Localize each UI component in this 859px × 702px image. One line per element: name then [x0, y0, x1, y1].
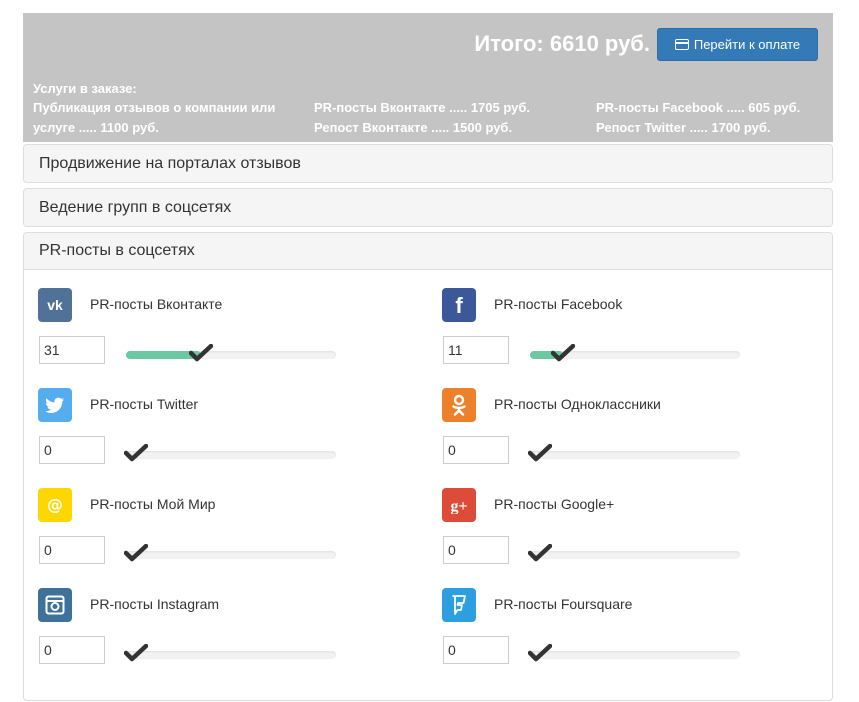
slider-handle-check-icon[interactable] — [188, 343, 214, 362]
odnoklassniki-icon — [442, 388, 476, 422]
panel-review-portals: Продвижение на порталах отзывов — [23, 144, 833, 183]
pr-post-label: PR-посты Facebook — [494, 296, 623, 312]
quantity-slider[interactable] — [527, 643, 740, 662]
pr-post-item: PR-посты Instagram — [38, 588, 338, 668]
pr-post-item: vk PR-посты Вконтакте — [38, 288, 338, 368]
pr-post-label: PR-посты Вконтакте — [90, 296, 223, 312]
svg-text:f: f — [455, 294, 463, 316]
slider-handle-check-icon[interactable] — [527, 543, 553, 562]
services-column: PR-посты Facebook ..... 605 руб. Репост … — [596, 98, 826, 138]
quantity-slider[interactable] — [123, 443, 336, 462]
quantity-input[interactable] — [443, 536, 509, 564]
svg-text:g+: g+ — [450, 498, 467, 514]
pr-post-label: PR-посты Twitter — [90, 396, 199, 412]
service-line: Репост Twitter ..... 1700 руб. — [596, 120, 771, 135]
quantity-slider[interactable] — [126, 343, 336, 362]
svg-text:@: @ — [47, 495, 63, 514]
service-line: PR-посты Вконтакте ..... 1705 руб. — [314, 100, 530, 115]
pr-post-item: @ PR-посты Мой Мир — [38, 488, 338, 568]
pr-post-label: PR-посты Instagram — [90, 596, 220, 612]
quantity-slider[interactable] — [123, 543, 336, 562]
order-summary: Итого: 6610 руб. Перейти к оплате Услуги… — [23, 13, 833, 142]
pr-post-item: g+ PR-посты Google+ — [442, 488, 742, 568]
foursquare-icon — [442, 588, 476, 622]
quantity-input[interactable] — [39, 636, 105, 664]
quantity-slider[interactable] — [123, 643, 336, 662]
services-column: Публикация отзывов о компании или услуге… — [33, 98, 303, 138]
pay-button[interactable]: Перейти к оплате — [657, 28, 818, 61]
pr-post-label: PR-посты Одноклассники — [494, 396, 661, 412]
slider-handle-check-icon[interactable] — [123, 543, 149, 562]
quantity-input[interactable] — [39, 336, 105, 364]
pr-post-item: PR-посты Foursquare — [442, 588, 742, 668]
vk-icon: vk — [38, 288, 72, 322]
quantity-input[interactable] — [443, 636, 509, 664]
pr-post-item: PR-посты Twitter — [38, 388, 338, 468]
quantity-input[interactable] — [443, 436, 509, 464]
credit-card-icon — [674, 39, 689, 50]
quantity-input[interactable] — [39, 536, 105, 564]
panel-social-groups: Ведение групп в соцсетях — [23, 188, 833, 227]
services-title: Услуги в заказе: — [33, 81, 137, 96]
pr-post-label: PR-посты Мой Мир — [90, 496, 216, 512]
googleplus-icon: g+ — [442, 488, 476, 522]
pr-post-label: PR-посты Google+ — [494, 496, 615, 512]
service-line: Репост Вконтакте ..... 1500 руб. — [314, 120, 513, 135]
svg-text:vk: vk — [47, 298, 63, 312]
quantity-slider[interactable] — [527, 543, 740, 562]
slider-handle-check-icon[interactable] — [550, 343, 576, 362]
facebook-icon: f — [442, 288, 476, 322]
quantity-input[interactable] — [39, 436, 105, 464]
pr-post-item: f PR-посты Facebook — [442, 288, 742, 368]
panel-pr-posts: PR-посты в соцсетях vk PR-посты Вконтакте… — [23, 232, 833, 701]
quantity-slider[interactable] — [527, 443, 740, 462]
instagram-icon — [38, 588, 72, 622]
slider-handle-check-icon[interactable] — [527, 643, 553, 662]
quantity-slider[interactable] — [530, 343, 740, 362]
slider-handle-check-icon[interactable] — [527, 443, 553, 462]
pr-post-item: PR-посты Одноклассники — [442, 388, 742, 468]
order-total: Итого: 6610 руб. — [474, 31, 650, 56]
quantity-input[interactable] — [443, 336, 509, 364]
panel-heading-review-portals[interactable]: Продвижение на порталах отзывов — [24, 145, 832, 182]
moimir-icon: @ — [38, 488, 72, 522]
pay-button-label: Перейти к оплате — [693, 37, 801, 52]
pr-post-label: PR-посты Foursquare — [494, 596, 633, 612]
service-line: Публикация отзывов о компании или услуге… — [33, 100, 276, 135]
service-line: PR-посты Facebook ..... 605 руб. — [596, 100, 801, 115]
panel-heading-social-groups[interactable]: Ведение групп в соцсетях — [24, 189, 832, 226]
panel-heading-pr-posts[interactable]: PR-посты в соцсетях — [24, 233, 832, 270]
slider-handle-check-icon[interactable] — [123, 643, 149, 662]
slider-handle-check-icon[interactable] — [123, 443, 149, 462]
twitter-icon — [38, 388, 72, 422]
services-column: PR-посты Вконтакте ..... 1705 руб. Репос… — [314, 98, 584, 138]
